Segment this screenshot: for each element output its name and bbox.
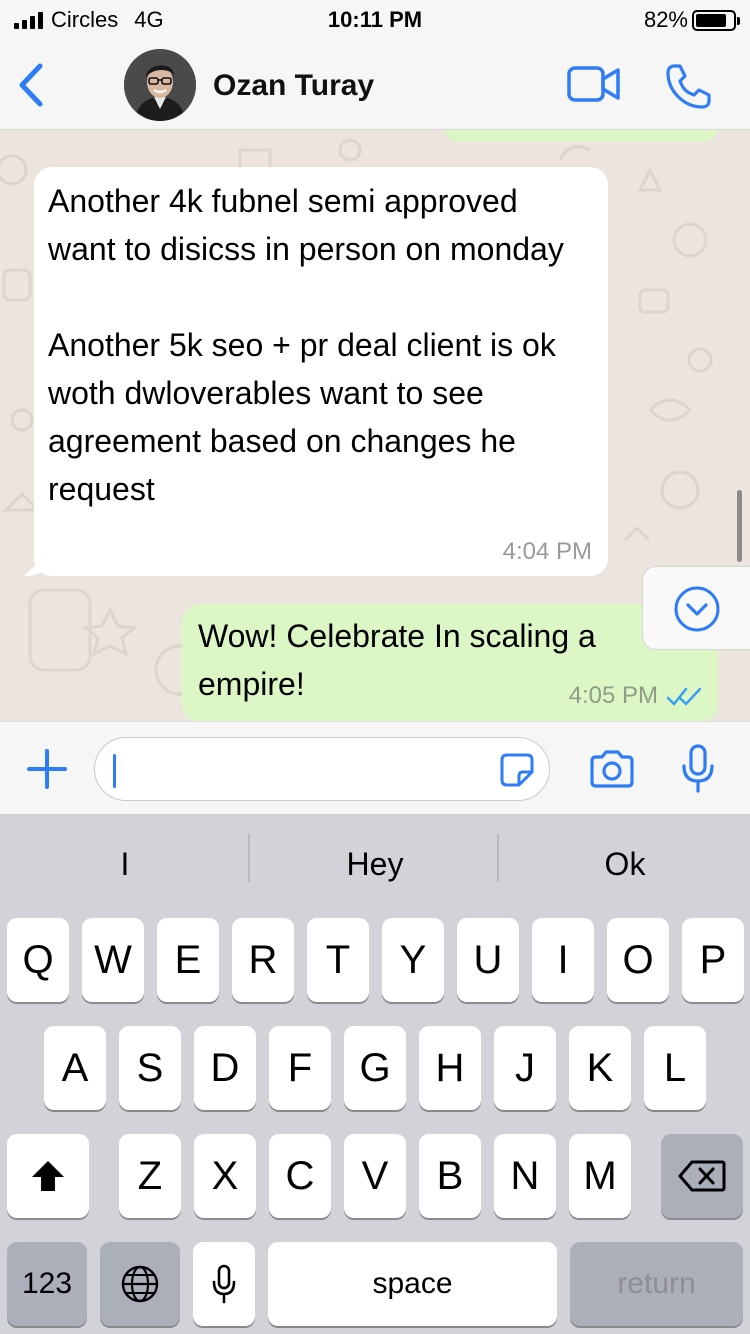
key-d[interactable]: D: [194, 1026, 256, 1110]
scrollbar[interactable]: [737, 490, 742, 562]
microphone-icon: [682, 744, 714, 793]
text-caret: [113, 754, 116, 788]
delete-key[interactable]: [661, 1134, 743, 1218]
video-camera-icon: [567, 66, 620, 102]
status-right: 82%: [643, 7, 740, 33]
voice-call-button[interactable]: [664, 61, 714, 111]
message-text: Another 4k fubnel semi approved want to …: [48, 183, 564, 507]
key-p[interactable]: P: [682, 918, 744, 1002]
shift-key[interactable]: [7, 1134, 89, 1218]
suggestion-3[interactable]: Ok: [500, 834, 750, 894]
numbers-key[interactable]: 123: [7, 1242, 87, 1326]
microphone-icon: [212, 1264, 236, 1304]
predictive-bar: I Hey Ok: [0, 814, 750, 914]
camera-button[interactable]: [588, 749, 636, 789]
suggestion-divider: [497, 834, 499, 882]
key-a[interactable]: A: [44, 1026, 106, 1110]
attach-button[interactable]: [26, 748, 68, 790]
incoming-message[interactable]: Another 4k fubnel semi approved want to …: [34, 167, 608, 576]
chevron-left-icon: [19, 63, 43, 107]
status-time: 10:11 PM: [327, 7, 423, 32]
key-x[interactable]: X: [194, 1134, 256, 1218]
message-input[interactable]: [94, 737, 550, 801]
key-q[interactable]: Q: [7, 918, 69, 1002]
keyboard: I Hey Ok Q W E R T Y U I O P A S D F G H…: [0, 814, 750, 1334]
key-i[interactable]: I: [532, 918, 594, 1002]
key-c[interactable]: C: [269, 1134, 331, 1218]
avatar-photo: [124, 49, 196, 121]
previous-message-bubble: [444, 130, 718, 142]
shift-arrow-icon: [32, 1161, 64, 1191]
double-check-icon: [666, 687, 702, 706]
back-button[interactable]: [14, 62, 48, 108]
key-l[interactable]: L: [644, 1026, 706, 1110]
key-e[interactable]: E: [157, 918, 219, 1002]
sticker-button[interactable]: [499, 752, 535, 788]
message-time: 4:05 PM: [568, 682, 658, 709]
message-composer: [0, 721, 750, 814]
battery-percent: 82%: [643, 7, 688, 32]
chat-area[interactable]: Another 4k fubnel semi approved want to …: [0, 130, 750, 721]
key-n[interactable]: N: [494, 1134, 556, 1218]
key-u[interactable]: U: [457, 918, 519, 1002]
chat-header: Ozan Turay: [0, 40, 750, 130]
dictation-key[interactable]: [193, 1242, 255, 1326]
key-y[interactable]: Y: [382, 918, 444, 1002]
key-k[interactable]: K: [569, 1026, 631, 1110]
key-w[interactable]: W: [82, 918, 144, 1002]
voice-message-button[interactable]: [680, 744, 716, 794]
scroll-to-bottom-button[interactable]: [642, 566, 750, 650]
contact-avatar[interactable]: [124, 49, 196, 121]
key-o[interactable]: O: [607, 918, 669, 1002]
outgoing-message[interactable]: Wow! Celebrate In scaling a empire! 4:05…: [182, 604, 718, 721]
chevron-down-circle-icon: [674, 586, 720, 632]
backspace-icon: [678, 1160, 726, 1192]
return-key[interactable]: return: [570, 1242, 743, 1326]
camera-icon: [590, 750, 634, 788]
key-g[interactable]: G: [344, 1026, 406, 1110]
suggestion-1[interactable]: I: [0, 834, 250, 894]
sticker-icon: [500, 753, 534, 787]
globe-key[interactable]: [100, 1242, 180, 1326]
key-f[interactable]: F: [269, 1026, 331, 1110]
space-key[interactable]: space: [268, 1242, 557, 1326]
phone-icon: [666, 64, 711, 109]
suggestion-2[interactable]: Hey: [250, 834, 500, 894]
key-r[interactable]: R: [232, 918, 294, 1002]
key-s[interactable]: S: [119, 1026, 181, 1110]
message-time: 4:04 PM: [502, 538, 592, 565]
key-b[interactable]: B: [419, 1134, 481, 1218]
key-z[interactable]: Z: [119, 1134, 181, 1218]
video-call-button[interactable]: [566, 64, 622, 104]
key-m[interactable]: M: [569, 1134, 631, 1218]
battery-icon: [692, 9, 740, 31]
plus-icon: [27, 749, 67, 789]
key-v[interactable]: V: [344, 1134, 406, 1218]
contact-name[interactable]: Ozan Turay: [213, 69, 374, 103]
status-bar: Circles 4G 10:11 PM 82%: [0, 0, 750, 40]
key-j[interactable]: J: [494, 1026, 556, 1110]
key-t[interactable]: T: [307, 918, 369, 1002]
globe-icon: [121, 1265, 159, 1303]
key-h[interactable]: H: [419, 1026, 481, 1110]
